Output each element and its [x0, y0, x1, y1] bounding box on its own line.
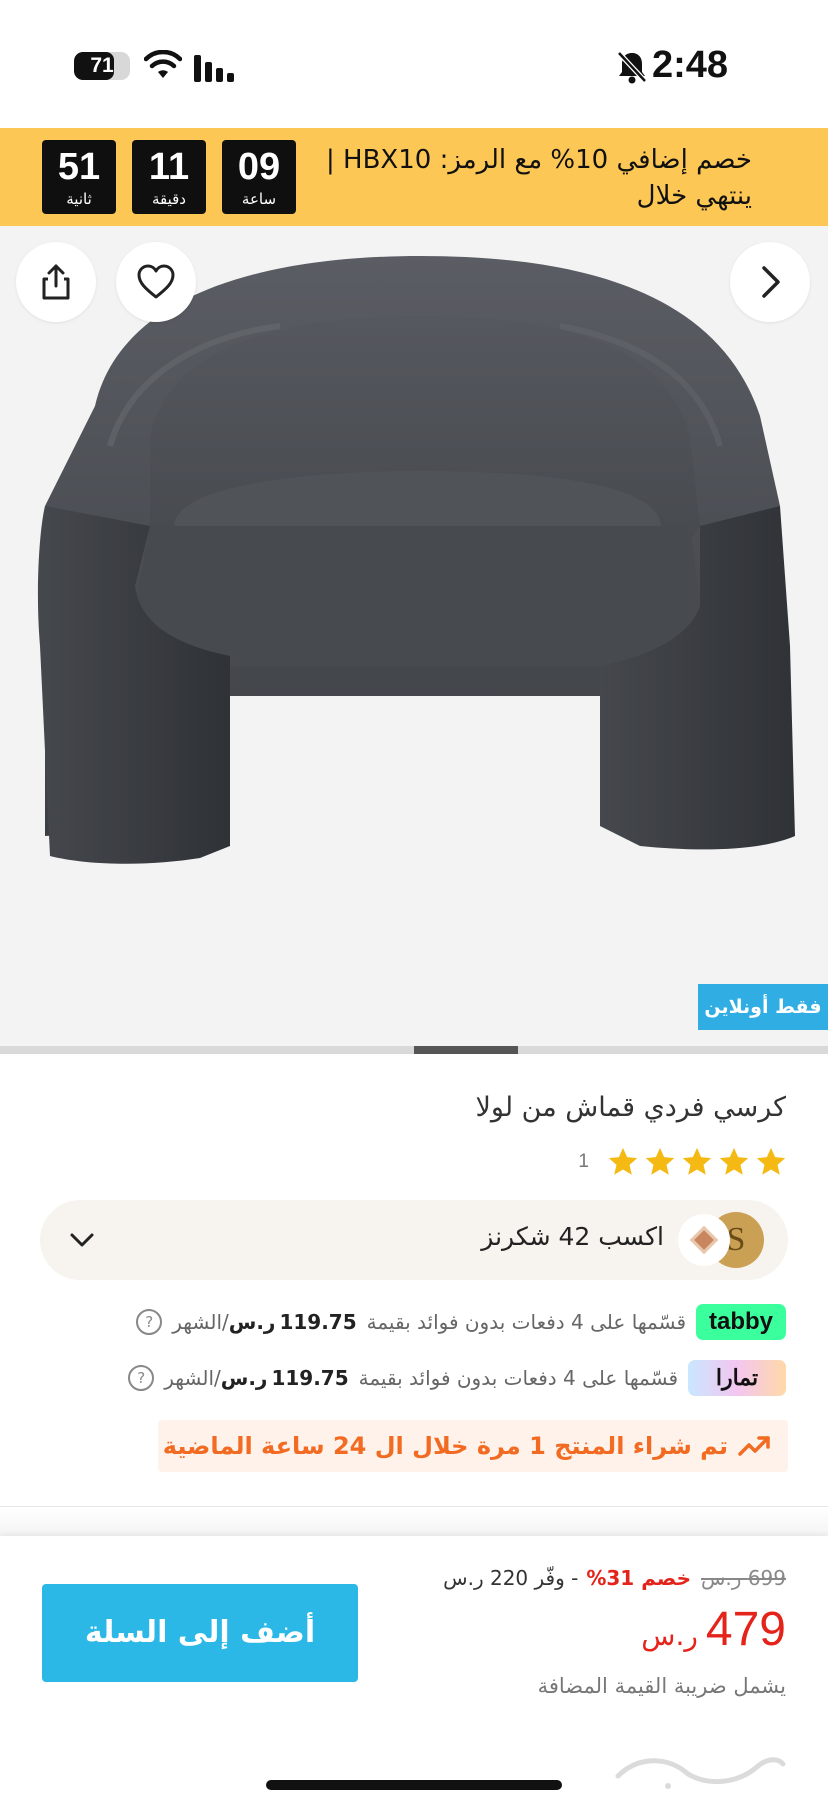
price-currency: ر.س [641, 1619, 698, 1652]
tabby-logo: tabby [696, 1304, 786, 1340]
tamara-amount: 119.75 [271, 1366, 349, 1390]
trending-up-icon [738, 1436, 770, 1456]
promo-text-line2: ينتهي خلال [636, 181, 752, 211]
status-bar: 71 2:48 [0, 0, 828, 128]
tabby-unit: ر.س/الشهر [172, 1310, 275, 1334]
price-value: 479 [705, 1603, 786, 1656]
share-icon [42, 264, 70, 300]
watermark-logo [615, 1757, 786, 1789]
carousel-indicator-thumb [414, 1046, 518, 1054]
heart-icon [137, 264, 175, 299]
current-price: 479 ر.س [641, 1602, 786, 1657]
bottom-purchase-bar: 699 ر.س خصم 31% - وفّر 220 ر.س 479 ر.س ي… [0, 1536, 828, 1800]
product-title: كرسي فردي قماش من لولا [475, 1092, 786, 1123]
add-to-cart-button[interactable]: أضف إلى السلة [42, 1584, 358, 1682]
wishlist-button[interactable] [116, 242, 196, 322]
chevron-right-icon [762, 266, 780, 298]
tamara-logo: تمارا [688, 1360, 786, 1396]
timer-seconds-label: ثانية [66, 190, 92, 208]
review-count[interactable]: 1 [578, 1151, 589, 1173]
purchase-activity-text: تم شراء المنتج 1 مرة خلال ال 24 ساعة الم… [162, 1432, 728, 1460]
savings-text: - وفّر 220 ر.س [443, 1566, 579, 1590]
price-discount-row: 699 ر.س خصم 31% - وفّر 220 ر.س [443, 1566, 786, 1590]
shukran-points[interactable]: S اكسب 42 شكرنز [40, 1200, 788, 1280]
carousel-indicator[interactable] [0, 1046, 828, 1054]
promo-text: خصم إضافي 10% مع الرمز: HBX10 | ينتهي خل… [282, 142, 752, 214]
rating-stars[interactable]: 1 [578, 1144, 788, 1180]
bell-slash-icon [617, 51, 647, 84]
tamara-currency: ر.س [220, 1366, 268, 1390]
section-divider [0, 1506, 828, 1507]
tabby-period: /الشهر [172, 1310, 229, 1334]
timer-minutes: 11 دقيقة [132, 140, 206, 214]
tamara-unit: ر.س/الشهر [164, 1366, 267, 1390]
star-icon [719, 1147, 749, 1175]
question-icon[interactable]: ? [136, 1309, 163, 1335]
star-icon [682, 1147, 712, 1175]
star-icon [608, 1147, 638, 1175]
battery-level: 71 [90, 54, 114, 77]
discount-badge: خصم 31% [586, 1566, 692, 1590]
star-icon [756, 1147, 786, 1175]
purchase-activity-banner: تم شراء المنتج 1 مرة خلال ال 24 ساعة الم… [158, 1420, 788, 1472]
tabby-installment[interactable]: tabby قسّمها على 4 دفعات بدون فوائد بقيم… [136, 1302, 786, 1342]
home-indicator[interactable] [266, 1780, 562, 1790]
vat-note: يشمل ضريبة القيمة المضافة [537, 1674, 786, 1698]
chevron-down-icon[interactable] [64, 1222, 100, 1258]
shukran-text: اكسب 42 شكرنز [481, 1222, 664, 1251]
question-icon[interactable]: ? [128, 1365, 155, 1391]
tamara-period: /الشهر [164, 1366, 221, 1390]
promo-banner[interactable]: 51 ثانية 11 دقيقة 09 ساعة خصم إضافي 10% … [0, 128, 828, 226]
tamara-installment[interactable]: تمارا قسّمها على 4 دفعات بدون فوائد بقيم… [128, 1358, 786, 1398]
product-image[interactable] [0, 226, 828, 1046]
tabby-amount: 119.75 [279, 1310, 357, 1334]
old-price: 699 ر.س [701, 1566, 786, 1590]
timer-minutes-value: 11 [148, 146, 190, 188]
tabby-description: قسّمها على 4 دفعات بدون فوائد بقيمة [366, 1310, 686, 1334]
battery-icon: 71 [74, 52, 130, 80]
timer-seconds: 51 ثانية [42, 140, 116, 214]
tamara-description: قسّمها على 4 دفعات بدون فوائد بقيمة [358, 1366, 678, 1390]
online-only-badge: فقط أونلاين [698, 984, 828, 1030]
timer-seconds-value: 51 [57, 146, 101, 188]
signal-icon [194, 55, 234, 82]
next-image-button[interactable] [730, 242, 810, 322]
star-icon [645, 1147, 675, 1175]
tabby-currency: ر.س [228, 1310, 276, 1334]
promo-text-line1: خصم إضافي 10% مع الرمز: HBX10 | [326, 145, 752, 175]
wifi-icon [144, 50, 182, 78]
section-gap [0, 1508, 828, 1536]
share-button[interactable] [16, 242, 96, 322]
timer-minutes-label: دقيقة [151, 190, 186, 208]
product-gallery[interactable]: فقط أونلاين [0, 226, 828, 1046]
clock: 2:48 [652, 44, 729, 86]
